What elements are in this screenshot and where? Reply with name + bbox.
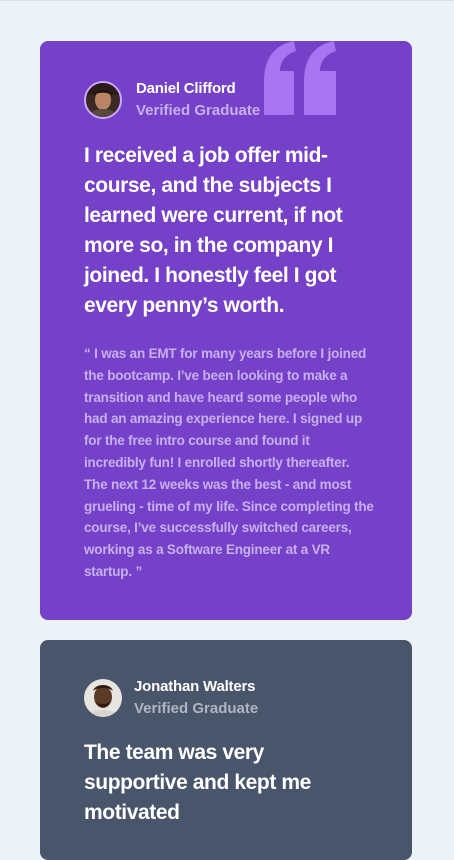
author-meta: Jonathan Walters Verified Graduate [134, 676, 258, 720]
author-role: Verified Graduate [134, 700, 259, 717]
testimonial-card-jonathan: Jonathan Walters Verified Graduate The t… [40, 640, 412, 860]
quotation-mark-icon [264, 41, 336, 115]
author-name: Daniel Clifford [136, 80, 236, 97]
testimonial-headline: The team was very supportive and kept me… [84, 741, 311, 824]
author-info: Jonathan Walters Verified Graduate [84, 676, 258, 720]
avatar-daniel [84, 81, 122, 119]
avatar-jonathan [84, 679, 122, 717]
top-divider [0, 0, 454, 1]
testimonial-card-daniel: Daniel Clifford Verified Graduate I rece… [40, 41, 412, 620]
testimonial-quote: “ I was an EMT for many years before I j… [84, 346, 374, 579]
author-info: Daniel Clifford Verified Graduate [84, 78, 260, 122]
author-name: Jonathan Walters [134, 678, 256, 695]
author-role: Verified Graduate [136, 102, 261, 119]
testimonial-headline: I received a job offer mid-course, and t… [84, 144, 343, 317]
author-meta: Daniel Clifford Verified Graduate [136, 78, 260, 122]
